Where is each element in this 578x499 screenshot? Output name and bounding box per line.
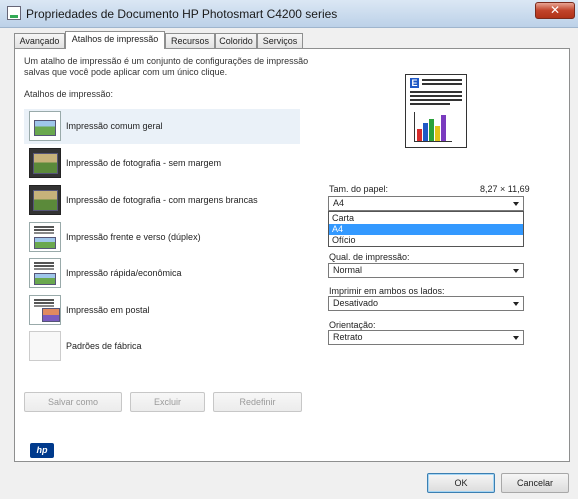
hp-logo: hp xyxy=(30,443,54,458)
delete-button[interactable]: Excluir xyxy=(130,392,205,412)
shortcut-label: Impressão frente e verso (dúplex) xyxy=(66,232,201,242)
factory-defaults-icon xyxy=(29,331,61,361)
both-sides-label: Imprimir em ambos os lados: xyxy=(329,286,445,296)
close-button[interactable]: ✕ xyxy=(535,2,575,19)
shortcut-item-duplex[interactable]: Impressão frente e verso (dúplex) xyxy=(24,220,300,255)
shortcut-label: Impressão de fotografia - com margens br… xyxy=(66,195,258,205)
paper-size-label: Tam. do papel: xyxy=(329,184,389,194)
shortcut-item-fast-economical[interactable]: Impressão rápida/econômica xyxy=(24,256,300,291)
page-preview: E xyxy=(405,74,467,148)
save-as-button[interactable]: Salvar como xyxy=(24,392,122,412)
description-text: Um atalho de impressão é um conjunto de … xyxy=(24,56,309,77)
shortcut-label: Padrões de fábrica xyxy=(66,341,142,351)
orientation-value: Retrato xyxy=(333,332,363,342)
tab-features[interactable]: Recursos xyxy=(165,33,215,48)
ok-button[interactable]: OK xyxy=(427,473,495,493)
paper-option-legal[interactable]: Ofício xyxy=(329,235,523,246)
cancel-button[interactable]: Cancelar xyxy=(501,473,569,493)
print-quality-label: Qual. de impressão: xyxy=(329,252,410,262)
both-sides-value: Desativado xyxy=(333,298,379,308)
shortcut-label: Impressão rápida/econômica xyxy=(66,268,182,278)
shortcut-item-borderless-photo[interactable]: Impressão de fotografia - sem margem xyxy=(24,146,300,181)
shortcut-label: Impressão de fotografia - sem margem xyxy=(66,158,222,168)
paper-size-select[interactable]: A4 xyxy=(328,196,524,211)
chevron-down-icon xyxy=(513,302,519,306)
orientation-label: Orientação: xyxy=(329,320,376,330)
shortcut-item-factory-defaults[interactable]: Padrões de fábrica xyxy=(24,329,300,364)
shortcuts-list-label: Atalhos de impressão: xyxy=(24,89,114,99)
paper-option-a4[interactable]: A4 xyxy=(329,224,523,235)
paper-size-value: A4 xyxy=(333,198,345,208)
fast-economical-icon xyxy=(29,258,61,288)
print-quality-value: Normal xyxy=(333,265,363,275)
duplex-print-icon xyxy=(29,222,61,252)
paper-size-dimensions: 8,27 × 11,69 xyxy=(480,184,530,194)
tab-advanced[interactable]: Avançado xyxy=(14,33,65,48)
chevron-down-icon xyxy=(513,269,519,273)
chevron-down-icon xyxy=(513,336,519,340)
shortcut-item-bordered-photo[interactable]: Impressão de fotografia - com margens br… xyxy=(24,183,300,218)
tab-services[interactable]: Serviços xyxy=(257,33,303,48)
printer-app-icon xyxy=(7,6,21,20)
paper-option-letter[interactable]: Carta xyxy=(329,213,523,224)
chevron-down-icon xyxy=(513,202,519,206)
shortcut-item-postcard[interactable]: Impressão em postal xyxy=(24,293,300,328)
postcard-icon xyxy=(29,295,61,325)
tab-print-shortcuts[interactable]: Atalhos de impressão xyxy=(65,31,165,49)
reset-button[interactable]: Redefinir xyxy=(213,392,302,412)
orientation-select[interactable]: Retrato xyxy=(328,330,524,345)
print-quality-select[interactable]: Normal xyxy=(328,263,524,278)
both-sides-select[interactable]: Desativado xyxy=(328,296,524,311)
shortcut-label: Impressão em postal xyxy=(66,305,150,315)
bordered-photo-icon xyxy=(29,185,61,215)
general-print-icon xyxy=(29,111,61,141)
paper-size-dropdown-list: Carta A4 Ofício xyxy=(328,211,524,247)
shortcut-label: Impressão comum geral xyxy=(66,121,163,131)
borderless-photo-icon xyxy=(29,148,61,178)
window-title: Propriedades de Documento HP Photosmart … xyxy=(26,7,338,21)
tab-color[interactable]: Colorido xyxy=(215,33,257,48)
shortcut-item-general[interactable]: Impressão comum geral xyxy=(24,109,300,144)
